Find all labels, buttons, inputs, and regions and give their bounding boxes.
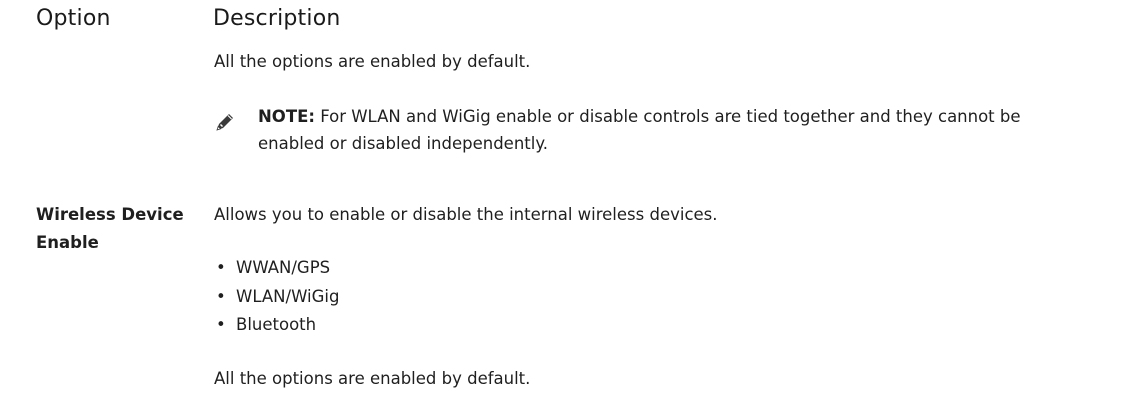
- list-item-label: Bluetooth: [236, 315, 317, 334]
- option-footer-text: All the options are enabled by default.: [214, 369, 531, 388]
- note-text-block: NOTE: For WLAN and WiGig enable or disab…: [258, 103, 1078, 157]
- intro-description: All the options are enabled by default.: [214, 52, 531, 71]
- list-item-label: WWAN/GPS: [236, 258, 331, 277]
- option-description: Allows you to enable or disable the inte…: [214, 205, 718, 224]
- bullet-glyph: •: [216, 286, 226, 306]
- column-header-option: Option: [36, 6, 111, 31]
- list-item-label: WLAN/WiGig: [236, 286, 340, 306]
- bios-options-table: Option Description All the options are e…: [0, 0, 1138, 412]
- list-item: • Bluetooth: [214, 311, 339, 340]
- wireless-device-list: • WWAN/GPS • WLAN/WiGig • Bluetooth: [214, 254, 339, 340]
- pencil-note-icon: [214, 111, 236, 133]
- list-item: • WWAN/GPS: [214, 254, 339, 283]
- note-body: For WLAN and WiGig enable or disable con…: [258, 107, 1021, 153]
- option-name-wireless-device-enable: Wireless Device Enable: [36, 205, 184, 252]
- note-label: NOTE:: [258, 107, 315, 126]
- list-item: • WLAN/WiGig: [214, 283, 339, 312]
- bullet-glyph: •: [216, 315, 226, 334]
- column-header-description: Description: [213, 6, 341, 31]
- bullet-glyph: •: [216, 258, 226, 277]
